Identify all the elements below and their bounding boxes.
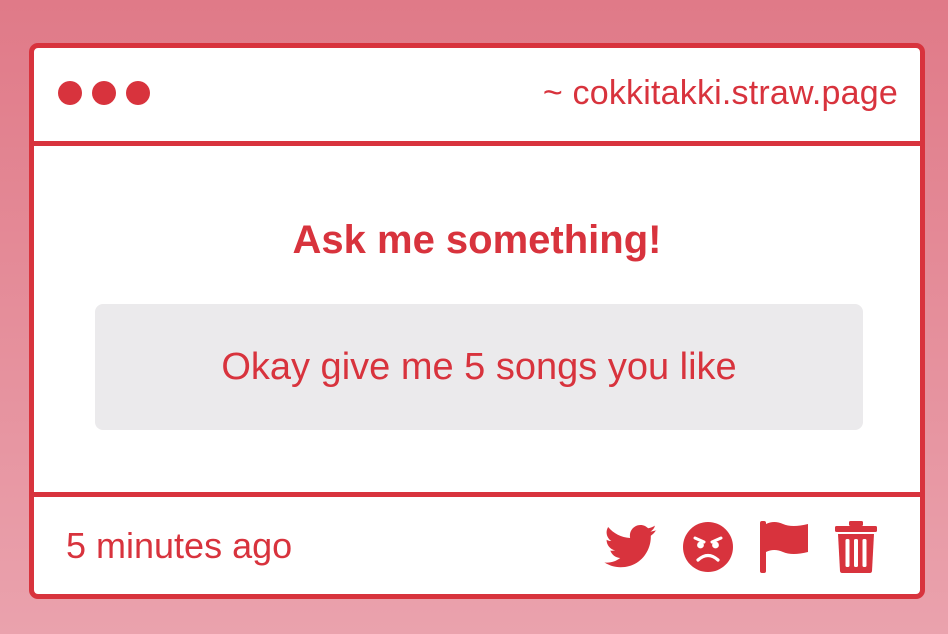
card-body: Ask me something! Okay give me 5 songs y… [34,146,920,492]
question-card: ~ cokkitakki.straw.page Ask me something… [29,43,925,599]
window-dots [58,81,150,105]
window-dot [126,81,150,105]
twitter-icon[interactable] [604,525,658,569]
angry-face-icon[interactable] [682,521,734,573]
flag-icon[interactable] [758,519,810,575]
action-bar [604,519,878,575]
window-dot [58,81,82,105]
question-text: Okay give me 5 songs you like [221,345,737,388]
timestamp: 5 minutes ago [66,525,293,566]
card-footer: 5 minutes ago [34,492,920,594]
trash-icon[interactable] [834,520,878,574]
window-titlebar: ~ cokkitakki.straw.page [34,48,920,146]
window-dot [92,81,116,105]
question-box: Okay give me 5 songs you like [95,304,863,430]
page-url[interactable]: ~ cokkitakki.straw.page [543,74,898,113]
page-title: Ask me something! [292,218,662,262]
